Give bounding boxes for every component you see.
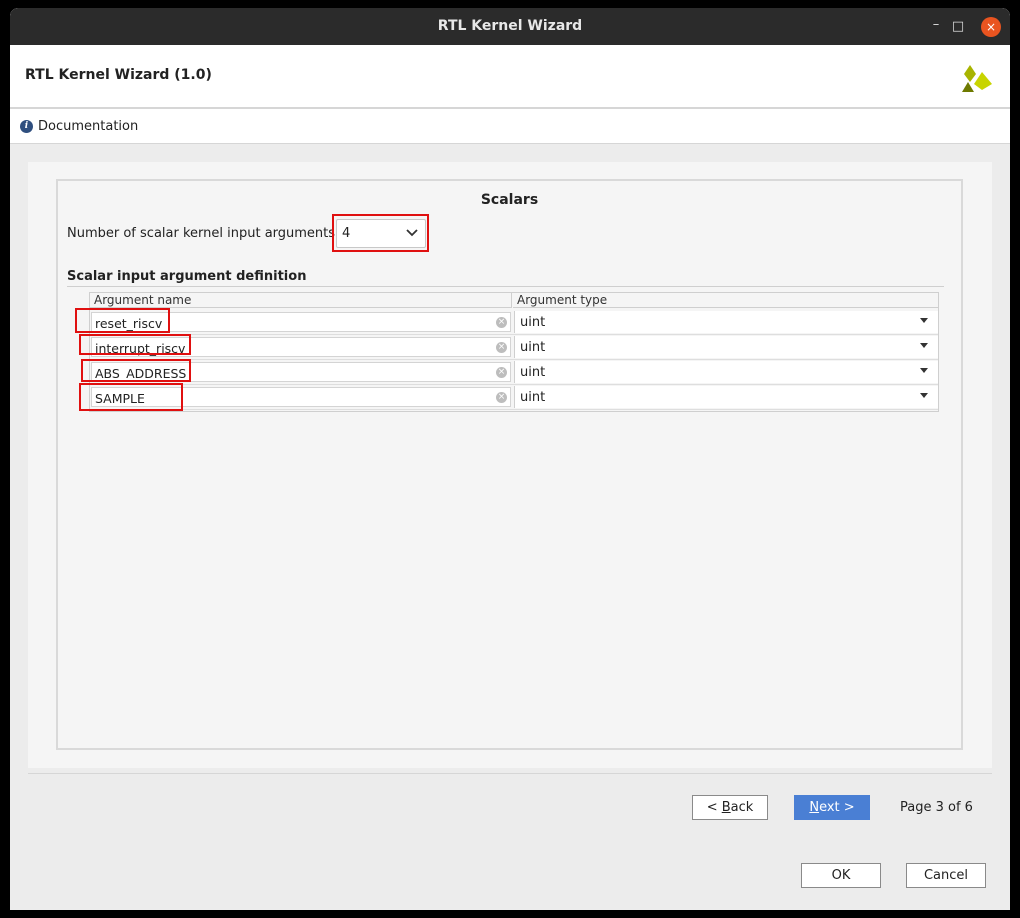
argument-type-dropdown[interactable]: uint (514, 361, 938, 383)
back-button[interactable]: < Back (692, 795, 768, 820)
highlight-box-row-2 (79, 334, 191, 355)
back-prefix: < (706, 800, 722, 815)
minimize-icon[interactable]: – (926, 15, 946, 35)
clear-icon[interactable]: × (496, 367, 507, 378)
documentation-link[interactable]: Documentation (38, 119, 138, 134)
ok-button[interactable]: OK (801, 863, 881, 888)
argument-type-value: uint (520, 390, 546, 405)
next-label: ext > (819, 800, 855, 815)
dropdown-arrow-icon (920, 368, 928, 373)
wizard-content: Scalars Number of scalar kernel input ar… (28, 162, 992, 768)
argument-type-dropdown[interactable]: uint (514, 386, 938, 408)
maximize-icon[interactable]: □ (948, 17, 968, 37)
argument-type-dropdown[interactable]: uint (514, 336, 938, 358)
arguments-table: Argument name Argument type reset_riscv … (89, 292, 939, 412)
wizard-window: RTL Kernel Wizard – □ × RTL Kernel Wizar… (10, 8, 1010, 910)
clear-icon[interactable]: × (496, 317, 507, 328)
column-header-name: Argument name (90, 293, 512, 308)
page-indicator: Page 3 of 6 (900, 800, 973, 815)
panel-title: Scalars (480, 192, 539, 208)
footer-divider (28, 773, 992, 774)
wizard-title: RTL Kernel Wizard (1.0) (25, 67, 212, 83)
window-title: RTL Kernel Wizard (437, 18, 583, 34)
dropdown-arrow-icon (920, 393, 928, 398)
clear-icon[interactable]: × (496, 342, 507, 353)
section-divider (67, 286, 944, 287)
highlight-box-row-1 (75, 308, 170, 333)
cancel-button[interactable]: Cancel (906, 863, 986, 888)
close-icon[interactable]: × (981, 17, 1001, 37)
argument-type-dropdown[interactable]: uint (514, 311, 938, 333)
info-icon[interactable]: i (20, 120, 33, 133)
back-label: ack (730, 800, 754, 815)
argument-type-value: uint (520, 340, 546, 355)
column-header-type: Argument type (513, 293, 938, 308)
xilinx-logo (962, 65, 992, 92)
clear-icon[interactable]: × (496, 392, 507, 403)
highlight-box-row-3 (81, 359, 191, 382)
table-row: reset_riscv × uint (90, 310, 938, 335)
highlight-box-count (332, 214, 429, 252)
dropdown-arrow-icon (920, 318, 928, 323)
num-args-label: Number of scalar kernel input arguments (67, 226, 336, 241)
argument-type-value: uint (520, 315, 546, 330)
next-button[interactable]: Next > (794, 795, 870, 820)
table-row: SAMPLE × uint (90, 385, 938, 410)
section-title: Scalar input argument definition (67, 269, 307, 284)
highlight-box-row-4 (79, 383, 183, 411)
dropdown-arrow-icon (920, 343, 928, 348)
table-row: interrupt_riscv × uint (90, 335, 938, 360)
documentation-bar: i Documentation (10, 109, 1010, 144)
next-mnemonic: N (809, 800, 820, 815)
table-row: ABS_ADDRESS × uint (90, 360, 938, 385)
scalars-panel: Scalars Number of scalar kernel input ar… (56, 179, 963, 750)
title-bar: RTL Kernel Wizard – □ × (10, 8, 1010, 45)
back-mnemonic: B (721, 800, 731, 815)
argument-type-value: uint (520, 365, 546, 380)
wizard-header: RTL Kernel Wizard (1.0) (10, 45, 1010, 109)
